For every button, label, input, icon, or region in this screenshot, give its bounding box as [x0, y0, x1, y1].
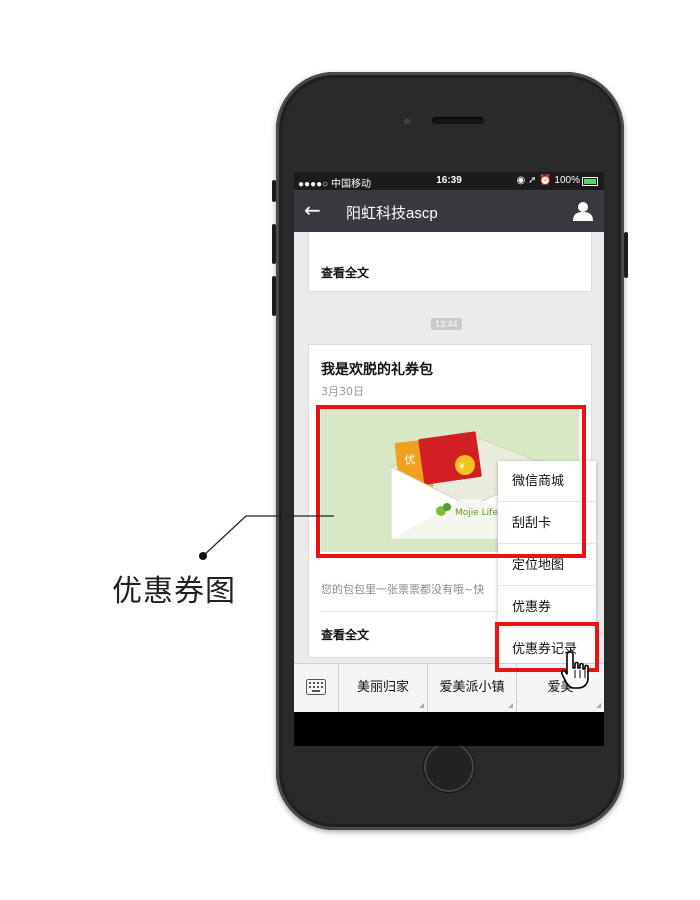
read-all-link[interactable]: 查看全文: [321, 626, 369, 643]
keyboard-toggle[interactable]: [294, 664, 339, 712]
read-all-link[interactable]: 查看全文: [321, 264, 369, 281]
power-button: [624, 232, 628, 278]
menu-tab-home[interactable]: 美丽归家: [339, 664, 428, 712]
earpiece-speaker: [432, 117, 484, 124]
user-icon[interactable]: [572, 200, 594, 222]
screen-bottom-bar: [294, 720, 604, 746]
article-date: 3月30日: [321, 385, 364, 398]
keyboard-icon: [306, 679, 326, 695]
chat-title: 阳虹科技ascp: [346, 205, 438, 222]
mute-switch: [272, 180, 276, 202]
front-camera: [404, 118, 410, 124]
back-arrow-icon[interactable]: ←: [304, 199, 321, 221]
message-timestamp: 13:44: [431, 318, 462, 330]
volume-up-button: [272, 224, 276, 264]
battery-icon: [582, 177, 598, 186]
article-title: 我是欢脱的礼券包: [321, 362, 433, 378]
home-button[interactable]: [424, 742, 474, 792]
previous-article-card[interactable]: 查看全文: [308, 232, 592, 292]
image-highlight-box: [316, 405, 586, 558]
status-indicators: ◉ ➚ ⏰ 100%: [516, 175, 580, 186]
hand-cursor-icon: [560, 651, 589, 689]
volume-down-button: [272, 276, 276, 316]
annotation-label: 优惠券图: [112, 574, 236, 609]
chat-header: ← 阳虹科技ascp: [294, 190, 604, 232]
status-bar: ●●●●○ 中国移动 16:39 ◉ ➚ ⏰ 100%: [294, 172, 604, 190]
